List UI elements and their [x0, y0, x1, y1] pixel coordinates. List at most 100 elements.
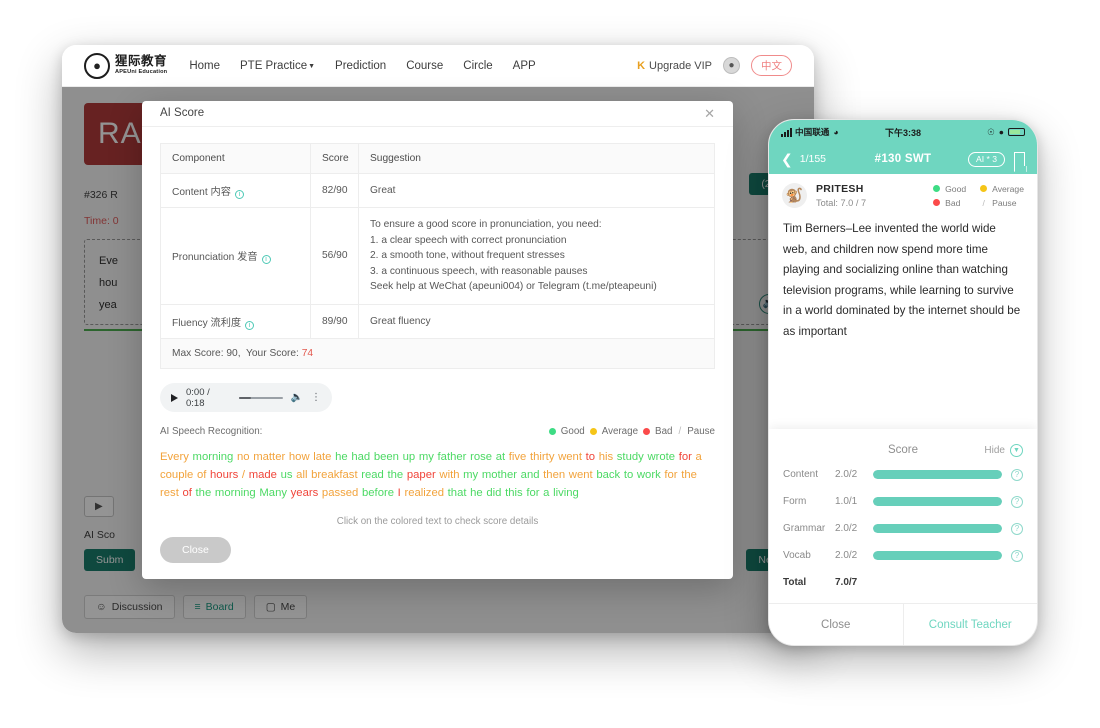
transcript-word[interactable]: all [296, 469, 307, 481]
transcript-word[interactable]: thirty [530, 451, 554, 463]
language-switcher[interactable]: 中文 [751, 55, 792, 76]
audio-progress-slider[interactable] [238, 396, 283, 399]
play-icon[interactable] [171, 393, 178, 402]
transcript-word[interactable]: a [543, 487, 549, 499]
transcript-word[interactable]: went [558, 451, 582, 463]
transcript-word[interactable]: of [182, 487, 191, 499]
transcript-word[interactable]: breakfast [311, 469, 357, 481]
nav-item-prediction[interactable]: Prediction [335, 60, 386, 72]
question-circle-icon[interactable]: ? [1011, 549, 1023, 562]
close-icon[interactable]: ✕ [704, 107, 715, 120]
legend-bad: Bad [655, 426, 673, 437]
transcript-word[interactable]: rest [160, 487, 179, 499]
transcript-word[interactable]: for [526, 487, 539, 499]
transcript-word[interactable]: up [403, 451, 416, 463]
transcript-word[interactable]: had [351, 451, 370, 463]
nav-item-home[interactable]: Home [189, 60, 220, 72]
transcript-word[interactable]: / [242, 469, 245, 481]
transcript-word[interactable]: how [289, 451, 310, 463]
transcript-word[interactable]: work [637, 469, 661, 481]
transcript-word[interactable]: living [553, 487, 579, 499]
transcript-word[interactable]: five [509, 451, 527, 463]
question-circle-icon[interactable]: ? [1011, 522, 1023, 535]
bookmark-icon[interactable] [1014, 152, 1025, 166]
component-name: Content 内容 [172, 186, 231, 198]
transcript-word[interactable]: wrote [647, 451, 675, 463]
transcript-word[interactable]: morning [215, 487, 256, 499]
info-icon[interactable]: i [234, 189, 244, 199]
audio-player[interactable]: 0:00 / 0:18 🔈 ⋮ [160, 383, 332, 412]
suggestion-line: 2. a smooth tone, without frequent stres… [370, 250, 565, 261]
transcript-word[interactable]: to [586, 451, 595, 463]
transcript-word[interactable]: rose [470, 451, 492, 463]
transcript-word[interactable]: for [679, 451, 692, 463]
transcript-word[interactable]: been [374, 451, 399, 463]
transcript-word[interactable]: us [281, 469, 293, 481]
transcript-word[interactable]: father [438, 451, 467, 463]
transcript-word[interactable]: passed [322, 487, 358, 499]
transcript-word[interactable]: matter [253, 451, 285, 463]
transcript-word[interactable]: Many [259, 487, 287, 499]
nav-item-pte-practice[interactable]: PTE Practice▼ [240, 60, 315, 72]
transcript-word[interactable]: before [362, 487, 394, 499]
transcript-word[interactable]: my [463, 469, 478, 481]
chevron-down-icon: ▼ [308, 62, 316, 70]
transcript-word[interactable]: my [419, 451, 434, 463]
nav-item-circle[interactable]: Circle [463, 60, 492, 72]
nav-item-app[interactable]: APP [513, 60, 536, 72]
transcript-word[interactable]: hours [210, 469, 238, 481]
nav-label: Course [406, 59, 444, 72]
transcript-word[interactable]: the [196, 487, 212, 499]
transcript-word[interactable]: a [696, 451, 702, 463]
transcript-word[interactable]: did [486, 487, 501, 499]
nav-item-course[interactable]: Course [406, 60, 443, 72]
transcript-word[interactable]: he [470, 487, 483, 499]
transcript-word[interactable]: realized [404, 487, 444, 499]
transcript-word[interactable]: no [237, 451, 250, 463]
transcript-word[interactable]: years [291, 487, 319, 499]
transcript-word[interactable]: he [335, 451, 348, 463]
transcript-word[interactable]: and [521, 469, 540, 481]
hide-toggle[interactable]: Hide ▼ [984, 443, 1023, 457]
transcript-word[interactable]: to [624, 469, 633, 481]
transcript-word[interactable]: paper [407, 469, 436, 481]
transcript-word[interactable]: I [398, 487, 401, 499]
close-button[interactable]: Close [160, 537, 231, 563]
transcript-word[interactable]: this [505, 487, 523, 499]
info-icon[interactable]: i [261, 255, 271, 265]
transcript-word[interactable]: Every [160, 451, 189, 463]
transcript-text[interactable]: Every morning no matter how late he had … [160, 448, 715, 502]
kebab-menu-icon[interactable]: ⋮ [311, 393, 321, 403]
transcript-word[interactable]: the [388, 469, 404, 481]
transcript-word[interactable]: at [496, 451, 505, 463]
transcript-word[interactable]: study [617, 451, 644, 463]
score-label: Grammar [783, 523, 826, 534]
transcript-word[interactable]: the [681, 469, 697, 481]
avatar[interactable]: ● [723, 57, 740, 74]
consult-teacher-button[interactable]: Consult Teacher [904, 604, 1038, 645]
upgrade-vip-button[interactable]: K Upgrade VIP [637, 60, 712, 72]
transcript-word[interactable]: read [361, 469, 384, 481]
transcript-word[interactable]: with [439, 469, 459, 481]
brand-logo[interactable]: ● 猩际教育 APEUni Education [84, 52, 167, 79]
volume-icon[interactable]: 🔈 [291, 392, 303, 403]
phone-close-button[interactable]: Close [769, 604, 904, 645]
transcript-word[interactable]: made [249, 469, 277, 481]
transcript-word[interactable]: mother [482, 469, 517, 481]
ai-count-badge[interactable]: AI * 3 [967, 151, 1005, 167]
info-icon[interactable]: i [245, 320, 255, 330]
transcript-word[interactable]: that [448, 487, 467, 499]
transcript-word[interactable]: for [664, 469, 677, 481]
question-circle-icon[interactable]: ? [1011, 468, 1023, 481]
transcript-word[interactable]: back [596, 469, 620, 481]
transcript-word[interactable]: couple [160, 469, 193, 481]
legend-pause-item: / Pause [980, 198, 1024, 208]
legend-average-item: Average [980, 184, 1024, 194]
transcript-word[interactable]: went [569, 469, 593, 481]
transcript-word[interactable]: late [313, 451, 331, 463]
transcript-word[interactable]: his [599, 451, 613, 463]
question-circle-icon[interactable]: ? [1011, 495, 1023, 508]
transcript-word[interactable]: of [197, 469, 206, 481]
transcript-word[interactable]: morning [193, 451, 234, 463]
transcript-word[interactable]: then [543, 469, 565, 481]
